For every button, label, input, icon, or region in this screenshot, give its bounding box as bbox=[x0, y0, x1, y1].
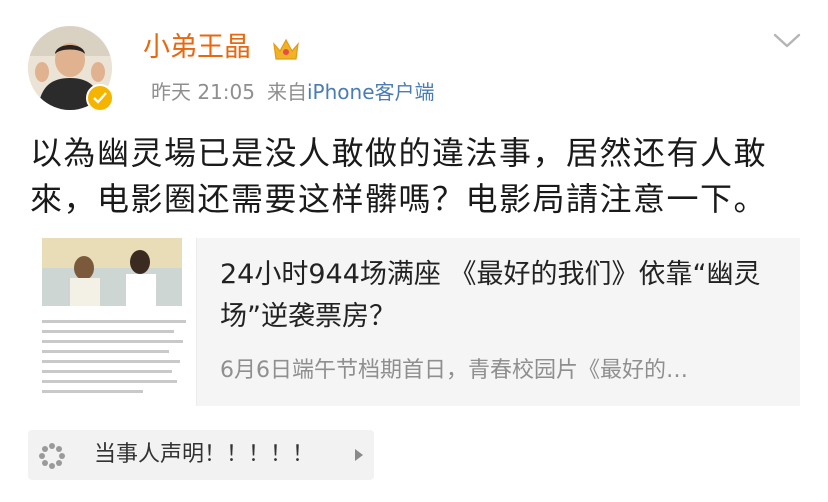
article-card[interactable]: 24小时944场满座 《最好的我们》依靠“幽灵场”逆袭票房？ 6月6日端午节档期… bbox=[28, 238, 800, 406]
post-text: 以為幽灵場已是没人敢做的違法事，居然还有人敢來，电影圈还需要这样髒嗎？电影局請注… bbox=[30, 134, 768, 218]
loading-icon bbox=[39, 443, 65, 469]
source-prefix: 来自 bbox=[267, 80, 307, 104]
article-title[interactable]: 24小时944场满座 《最好的我们》依靠“幽灵场”逆袭票房？ bbox=[220, 254, 788, 338]
crown-icon[interactable] bbox=[271, 36, 301, 62]
post-time: 昨天 21:05 bbox=[151, 80, 255, 104]
article-thumbnail bbox=[28, 238, 197, 406]
article-description: 6月6日端午节档期首日，青春校园片《最好的… bbox=[220, 358, 688, 383]
topic-link[interactable]: 当事人声明！！！！！ bbox=[28, 430, 374, 480]
chevron-down-icon[interactable] bbox=[772, 32, 802, 50]
topic-label: 当事人声明！！！！！ bbox=[94, 442, 315, 467]
triangle-right-icon bbox=[355, 449, 363, 461]
username[interactable]: 小弟王晶 bbox=[143, 30, 251, 66]
verified-badge-icon bbox=[86, 84, 114, 112]
source-client-link[interactable]: iPhone客户端 bbox=[307, 80, 435, 104]
post-meta: 昨天 21:05 来自iPhone客户端 bbox=[143, 78, 435, 106]
